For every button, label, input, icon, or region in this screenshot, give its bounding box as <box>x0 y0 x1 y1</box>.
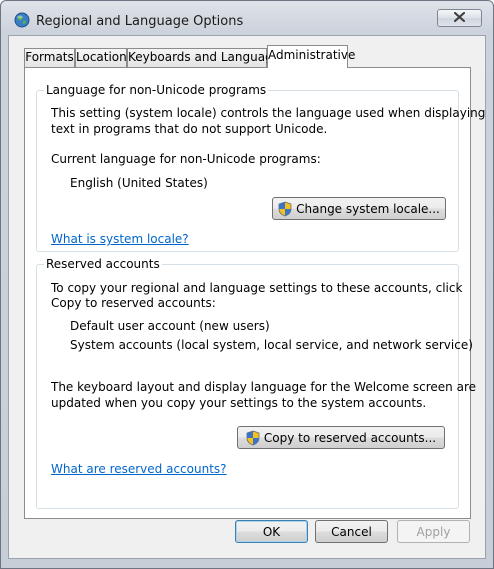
reserved-description-1: To copy your regional and language setti… <box>51 281 463 295</box>
what-are-reserved-accounts-link[interactable]: What are reserved accounts? <box>51 462 227 477</box>
uac-shield-icon <box>246 430 260 446</box>
window-title: Regional and Language Options <box>36 14 244 29</box>
tab-keyboards-and-languages[interactable]: Keyboards and Languages <box>127 48 286 67</box>
reserved-note-2: updated when you copy your settings to t… <box>51 396 427 410</box>
change-system-locale-label: Change system locale... <box>296 201 440 216</box>
reserved-note-1: The keyboard layout and display language… <box>51 380 476 394</box>
close-icon <box>453 11 466 25</box>
what-is-system-locale-link[interactable]: What is system locale? <box>51 232 189 247</box>
non-unicode-group-title: Language for non-Unicode programs <box>44 83 269 97</box>
tab-location[interactable]: Location <box>75 48 127 67</box>
globe-icon <box>14 12 30 28</box>
current-language-value: English (United States) <box>70 176 208 190</box>
non-unicode-group: Language for non-Unicode programs This s… <box>36 83 485 252</box>
copy-to-reserved-accounts-label: Copy to reserved accounts... <box>263 430 437 445</box>
administrative-panel: Language for non-Unicode programs This s… <box>24 67 485 519</box>
dialog-client-area: Formats Location Keyboards and Languages… <box>8 35 486 559</box>
apply-button[interactable]: Apply <box>397 520 470 543</box>
ok-button[interactable]: OK <box>235 520 308 543</box>
close-button[interactable] <box>437 9 482 27</box>
reserved-accounts-group-title: Reserved accounts <box>44 257 162 271</box>
uac-shield-icon <box>278 201 292 217</box>
copy-to-reserved-accounts-button[interactable]: Copy to reserved accounts... <box>237 426 445 449</box>
system-accounts-item: System accounts (local system, local ser… <box>70 338 473 352</box>
default-user-account-item: Default user account (new users) <box>70 319 270 333</box>
reserved-description-2: Copy to reserved accounts: <box>51 296 216 310</box>
current-language-label: Current language for non-Unicode program… <box>51 152 321 166</box>
tab-formats[interactable]: Formats <box>24 48 75 67</box>
title-bar[interactable]: Regional and Language Options <box>1 1 493 35</box>
tab-administrative[interactable]: Administrative <box>267 45 355 68</box>
change-system-locale-button[interactable]: Change system locale... <box>272 197 446 220</box>
non-unicode-description-1: This setting (system locale) controls th… <box>51 106 486 120</box>
reserved-accounts-group: Reserved accounts To copy your regional … <box>36 257 476 509</box>
dialog-window: Regional and Language Options Formats Lo… <box>0 0 494 569</box>
cancel-button[interactable]: Cancel <box>315 520 388 543</box>
non-unicode-description-2: text in programs that do not support Uni… <box>51 122 328 136</box>
